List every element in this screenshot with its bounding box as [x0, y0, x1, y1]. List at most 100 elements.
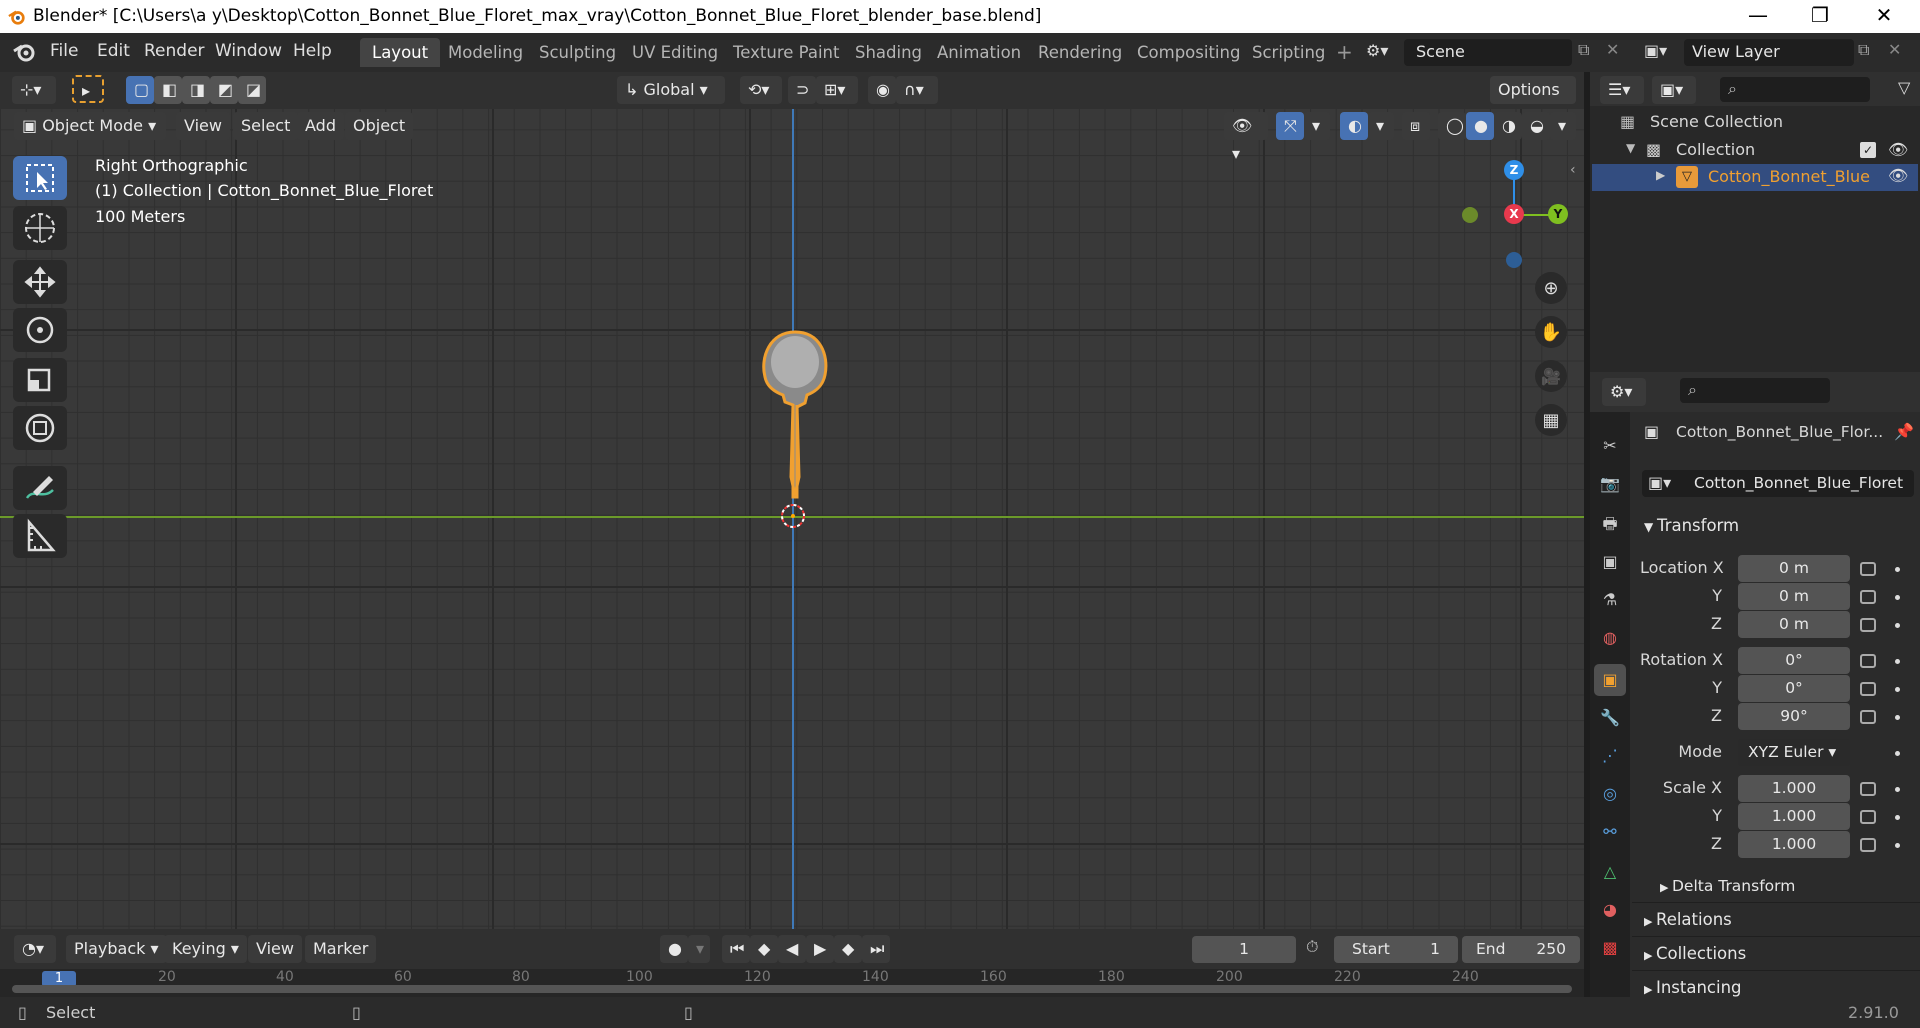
new-view-layer-icon[interactable]: ⧉: [1858, 40, 1869, 60]
shading-dropdown-icon[interactable]: ▾: [1550, 112, 1576, 140]
transform-orientation-dropdown[interactable]: ↳ Global ▾: [617, 76, 725, 104]
annotate-tool[interactable]: [13, 466, 67, 510]
start-frame-field[interactable]: Start 1: [1334, 936, 1458, 963]
menu-help[interactable]: Help: [293, 41, 332, 61]
location-z-field[interactable]: 0 m: [1738, 611, 1850, 638]
select-box-tool[interactable]: [13, 156, 67, 200]
object-browse-icon[interactable]: ▣▾: [1648, 473, 1671, 492]
menu-file[interactable]: File: [50, 41, 78, 61]
scene-tab-icon[interactable]: ⚗: [1594, 584, 1626, 616]
rendered-shading-icon[interactable]: ◒: [1522, 112, 1550, 140]
keyframe-dot-icon[interactable]: [1895, 715, 1900, 720]
falloff-icon[interactable]: ∩▾: [896, 76, 938, 104]
pin-icon[interactable]: 📌: [1894, 422, 1914, 441]
pan-hand-icon[interactable]: ✋: [1535, 316, 1567, 348]
wireframe-shading-icon[interactable]: ◯: [1438, 112, 1466, 140]
xray-toggle-icon[interactable]: ⧈: [1402, 112, 1430, 140]
collection-visibility-icon[interactable]: 👁: [1888, 140, 1908, 159]
location-x-field[interactable]: 0 m: [1738, 555, 1850, 582]
lock-location-y-icon[interactable]: [1860, 590, 1876, 604]
overlay-dropdown-icon[interactable]: ▾: [1368, 112, 1394, 140]
keying-set-dropdown-icon[interactable]: ▾: [688, 935, 710, 963]
keyframe-dot-icon[interactable]: [1895, 687, 1900, 692]
properties-editor-type-icon[interactable]: ⚙▾: [1602, 378, 1646, 406]
material-tab-icon[interactable]: ◕: [1594, 894, 1626, 926]
pivot-point-icon[interactable]: ⟲▾: [740, 76, 782, 104]
filter-icon[interactable]: ▽: [1898, 78, 1910, 97]
prev-keyframe-icon[interactable]: ◆: [750, 935, 778, 963]
timeline-scrollbar[interactable]: [12, 985, 1572, 993]
lock-rotation-z-icon[interactable]: [1860, 710, 1876, 724]
keyframe-dot-icon[interactable]: [1895, 815, 1900, 820]
lock-location-z-icon[interactable]: [1860, 618, 1876, 632]
keyframe-dot-icon[interactable]: [1895, 595, 1900, 600]
render-tab-icon[interactable]: 📷: [1594, 468, 1626, 500]
tab-compositing[interactable]: Compositing: [1125, 38, 1252, 67]
delete-scene-icon[interactable]: ✕: [1606, 40, 1619, 59]
object-visibility-icon[interactable]: 👁: [1888, 166, 1908, 185]
select-mode-extend-icon[interactable]: ◧: [154, 76, 182, 104]
menu-keying[interactable]: Keying ▾: [164, 935, 247, 963]
add-workspace-button[interactable]: +: [1336, 40, 1353, 64]
modifier-tab-icon[interactable]: 🔧: [1594, 702, 1626, 734]
keyframe-dot-icon[interactable]: [1895, 659, 1900, 664]
gizmo-toggle-icon[interactable]: ⤧: [1276, 112, 1304, 140]
constraints-tab-icon[interactable]: ⚯: [1594, 816, 1626, 848]
proportional-editing-icon[interactable]: ◉: [868, 76, 896, 104]
current-frame-field[interactable]: 1: [1192, 936, 1296, 963]
collection-checkbox[interactable]: ✓: [1860, 142, 1876, 158]
overlay-toggle-icon[interactable]: ◐: [1340, 112, 1368, 140]
transform-tool[interactable]: [13, 406, 67, 450]
view-layer-selector-icon[interactable]: ▣▾: [1644, 41, 1667, 60]
scene-name-field[interactable]: Scene: [1404, 39, 1572, 66]
texture-tab-icon[interactable]: ▩: [1594, 932, 1626, 964]
keyframe-dot-icon[interactable]: [1895, 751, 1900, 756]
material-shading-icon[interactable]: ◑: [1494, 112, 1522, 140]
object-name-field[interactable]: ▣▾ Cotton_Bonnet_Blue_Floret: [1642, 470, 1914, 497]
move-tool[interactable]: [13, 260, 67, 304]
select-mode-new-icon[interactable]: ▢: [126, 76, 154, 104]
lock-scale-y-icon[interactable]: [1860, 810, 1876, 824]
jump-end-icon[interactable]: ⏭: [862, 935, 890, 963]
lock-rotation-x-icon[interactable]: [1860, 654, 1876, 668]
rotate-tool[interactable]: [13, 308, 67, 352]
new-scene-icon[interactable]: ⧉: [1578, 40, 1589, 60]
object-tab-icon[interactable]: ▣: [1594, 664, 1626, 696]
rotation-mode-dropdown[interactable]: XYZ Euler ▾: [1738, 739, 1850, 766]
menu-edit[interactable]: Edit: [97, 41, 130, 61]
minimize-button[interactable]: —: [1732, 0, 1784, 33]
timeline-editor-type-icon[interactable]: ◔▾: [14, 935, 56, 963]
display-mode-icon[interactable]: ▣▾: [1652, 76, 1696, 104]
sidebar-toggle-icon[interactable]: ‹: [1570, 162, 1576, 178]
output-tab-icon[interactable]: 🖶: [1594, 508, 1626, 540]
select-mode-subtract-icon[interactable]: ◨: [182, 76, 210, 104]
next-keyframe-icon[interactable]: ◆: [834, 935, 862, 963]
tool-tab-icon[interactable]: ✂: [1594, 430, 1626, 462]
menu-add[interactable]: Add: [297, 112, 344, 140]
menu-marker[interactable]: Marker: [305, 935, 377, 963]
menu-timeline-view[interactable]: View: [248, 935, 302, 963]
lock-rotation-y-icon[interactable]: [1860, 682, 1876, 696]
snap-toggle-icon[interactable]: ⊃: [788, 76, 816, 104]
lock-location-x-icon[interactable]: [1860, 562, 1876, 576]
object-label[interactable]: Cotton_Bonnet_Blue: [1708, 167, 1870, 186]
select-mode-invert-icon[interactable]: ◩: [210, 76, 238, 104]
tweak-select-icon[interactable]: ▸: [72, 75, 104, 103]
scale-x-field[interactable]: 1.000: [1738, 775, 1850, 802]
keyframe-dot-icon[interactable]: [1895, 787, 1900, 792]
measure-tool[interactable]: [13, 514, 67, 558]
gizmo-dropdown-icon[interactable]: ▾: [1304, 112, 1330, 140]
outliner-search-field[interactable]: ⌕: [1720, 77, 1870, 102]
play-reverse-icon[interactable]: ◀: [778, 935, 806, 963]
view-layer-field[interactable]: View Layer: [1684, 39, 1854, 66]
data-tab-icon[interactable]: △: [1594, 856, 1626, 888]
lock-scale-z-icon[interactable]: [1860, 838, 1876, 852]
rotation-y-field[interactable]: 0°: [1738, 675, 1850, 702]
menu-object[interactable]: Object: [345, 112, 414, 140]
location-y-field[interactable]: 0 m: [1738, 583, 1850, 610]
3d-viewport[interactable]: Right Orthographic (1) Collection | Cott…: [0, 72, 1584, 929]
tab-sculpting[interactable]: Sculpting: [527, 38, 628, 67]
menu-render[interactable]: Render: [144, 41, 205, 61]
select-mode-intersect-icon[interactable]: ◪: [238, 76, 266, 104]
collection-expand-icon[interactable]: ▼: [1626, 141, 1635, 155]
